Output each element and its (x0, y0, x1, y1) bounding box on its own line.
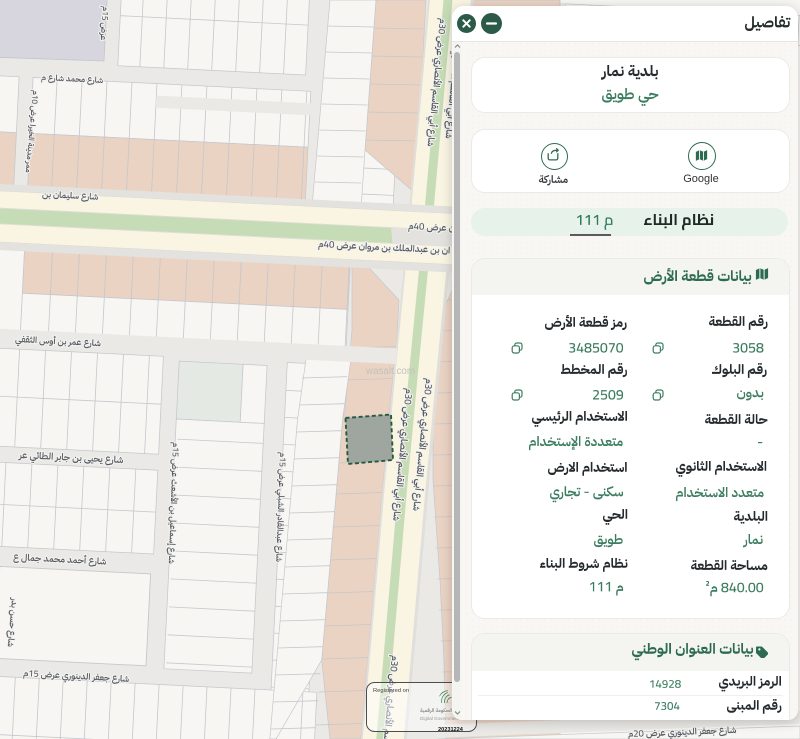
svg-text:20231224: 20231224 (438, 727, 464, 733)
svg-text:wasalt.com: wasalt.com (365, 366, 415, 377)
svg-text:Registered on: Registered on (373, 688, 409, 694)
